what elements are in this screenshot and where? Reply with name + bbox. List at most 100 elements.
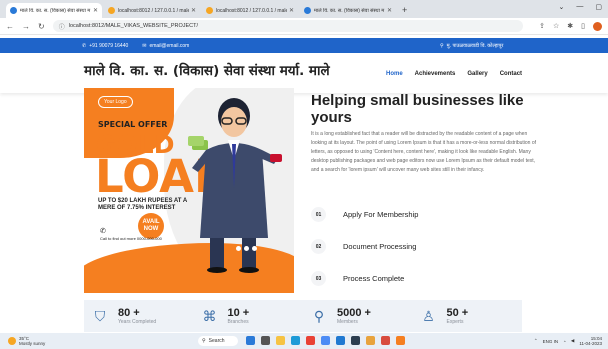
browser-toolbar: ⇪ ☆ ✱ ▯ [539,21,602,31]
hero-title: Helping small businesses like yours [311,92,524,126]
edge-icon[interactable] [291,336,300,345]
stat-branches: ⌘ 10 + Branches [194,306,304,326]
chevron-up-icon[interactable]: ⌃ [534,338,538,344]
phone-icon: ✆ [100,228,106,235]
stats-strip: ⛉ 80 + Years Completed ⌘ 10 + Branches ⚲… [84,300,522,332]
site-brand[interactable]: माले वि. का. स. (विकास) सेवा संस्था मर्य… [84,61,330,79]
contact-bar: ✆ +91 90079 16440 ✉ email@email.com ⚲ मु… [0,38,608,53]
reload-icon[interactable]: ↻ [38,22,45,31]
stat-label: Experts [446,319,464,325]
app-icon[interactable] [396,336,405,345]
businessman-illustration [188,98,282,273]
share-icon[interactable]: ⇪ [539,22,545,30]
stat-value: 5000 + [337,307,371,319]
mail-icon: ✉ [142,42,147,49]
poster-logo: Your Logo [98,96,133,108]
sidepanel-icon[interactable]: ▯ [581,22,585,30]
email-contact[interactable]: ✉ email@email.com [142,43,189,49]
explorer-icon[interactable] [276,336,285,345]
step-number: 02 [311,239,326,254]
pma-favicon-icon [108,7,115,14]
close-icon[interactable]: ✕ [387,7,392,14]
task-view-icon[interactable] [261,336,270,345]
location-icon: ⚲ [440,42,444,49]
nav-home[interactable]: Home [386,71,403,77]
url-input[interactable]: ⓘ localhost:8012/MALE_VIKAS_WEBSITE_PROJ… [52,20,523,32]
stat-label: Members [337,319,358,325]
step-item: 02 Document Processing [311,239,416,254]
hero-description: It is a long established fact that a rea… [311,131,537,173]
weather-desc: Mostly sunny [19,341,46,346]
avatar[interactable] [593,21,602,31]
stat-years: ⛉ 80 + Years Completed [84,306,194,326]
taskbar-search-label: Search [208,338,225,344]
site-header: माले वि. का. स. (विकास) सेवा संस्था मर्य… [0,53,608,93]
os-taskbar: 35°C Mostly sunny ⚲ Search ⌃ ENG IN ◔ ◀ … [0,333,608,349]
app-icon[interactable] [366,336,375,345]
forward-icon[interactable]: → [22,22,30,31]
clock-date: 11-04-2023 [579,341,602,346]
address-bar: ← → ↻ ⓘ localhost:8012/MALE_VIKAS_WEBSIT… [0,18,608,35]
taskbar-search[interactable]: ⚲ Search [198,336,238,346]
clock[interactable]: 15:04 11-04-2023 [579,336,602,346]
stat-members: ⚲ 5000 + Members [303,306,413,326]
site-favicon-icon [304,7,311,14]
step-label: Apply For Membership [343,210,419,219]
carousel-dot[interactable] [244,246,249,251]
wifi-icon[interactable]: ◔ [563,339,566,344]
chrome-icon[interactable] [306,336,315,345]
taskbar-apps [246,336,405,345]
close-icon[interactable]: ✕ [289,7,294,14]
back-icon[interactable]: ← [6,22,14,31]
extensions-icon[interactable]: ✱ [567,22,573,30]
browser-tab[interactable]: localhost:8012 / 127.0.0.1 / male ✕ [202,3,298,18]
stat-experts: ♙ 50 + Experts [413,306,523,326]
window-controls: ⌄ — ▢ [559,3,603,11]
phone-contact[interactable]: ✆ +91 90079 16440 [82,43,128,49]
store-icon[interactable] [321,336,330,345]
new-tab-icon[interactable]: + [402,5,407,15]
url-text: localhost:8012/MALE_VIKAS_WEBSITE_PROJEC… [68,23,199,29]
nav-achievements[interactable]: Achievements [415,71,456,77]
address-text: मु. पाउळवाळवाडी वि. कोल्हापूर [446,42,504,49]
close-icon[interactable]: ✕ [93,7,98,14]
step-item: 01 Apply For Membership [311,207,418,222]
vscode-icon[interactable] [336,336,345,345]
star-icon[interactable]: ☆ [553,22,559,30]
language-indicator[interactable]: ENG IN [543,339,559,344]
step-number: 03 [311,271,326,286]
volume-icon[interactable]: ◀ [571,338,574,344]
stat-label: Years Completed [118,319,157,325]
stat-value: 10 + [227,307,250,319]
branch-icon: ⌘ [202,307,217,324]
phone-text: +91 90079 16440 [89,42,129,49]
search-icon: ⚲ [202,338,206,344]
maximize-icon[interactable]: ▢ [595,3,602,11]
info-icon[interactable]: ⓘ [59,22,65,31]
nav-contact[interactable]: Contact [500,71,522,77]
chevron-down-icon[interactable]: ⌄ [559,3,565,11]
weather-widget[interactable]: 35°C Mostly sunny [8,336,45,346]
nav-gallery[interactable]: Gallery [467,71,487,77]
step-item: 03 Process Complete [311,271,404,286]
browser-tab[interactable]: localhost:8012 / 127.0.0.1 / male ✕ [104,3,200,18]
app-icon[interactable] [381,336,390,345]
windows-start-icon[interactable] [246,336,255,345]
carousel-dot[interactable] [252,246,257,251]
main-nav: Home Achievements Gallery Contact [386,71,522,77]
carousel-dot[interactable] [236,246,241,251]
poster-call-text: Call to find out more 0000-000-000 [100,236,162,241]
browser-tab-bar: माले वि. का. स. (विकास) सेवा संस्था म ✕ … [0,0,608,18]
email-text: email@email.com [149,42,190,49]
search-icon: ⚲ [313,307,325,324]
stat-label: Branches [227,319,249,325]
browser-tab[interactable]: माले वि. का. स. (विकास) सेवा संस्था म ✕ [6,3,102,18]
close-icon[interactable]: ✕ [191,7,196,14]
system-tray: ⌃ ENG IN ◔ ◀ 15:04 11-04-2023 [534,336,602,346]
minimize-icon[interactable]: — [576,3,583,11]
gold-loan-banner: Your Logo SPECIAL OFFER GOLD LOAN UP TO … [84,88,294,293]
browser-tab[interactable]: माले वि. का. स. (विकास) सेवा संस्था म ✕ [300,3,396,18]
pma-favicon-icon [206,7,213,14]
app-icon[interactable] [351,336,360,345]
step-number: 01 [311,207,326,222]
